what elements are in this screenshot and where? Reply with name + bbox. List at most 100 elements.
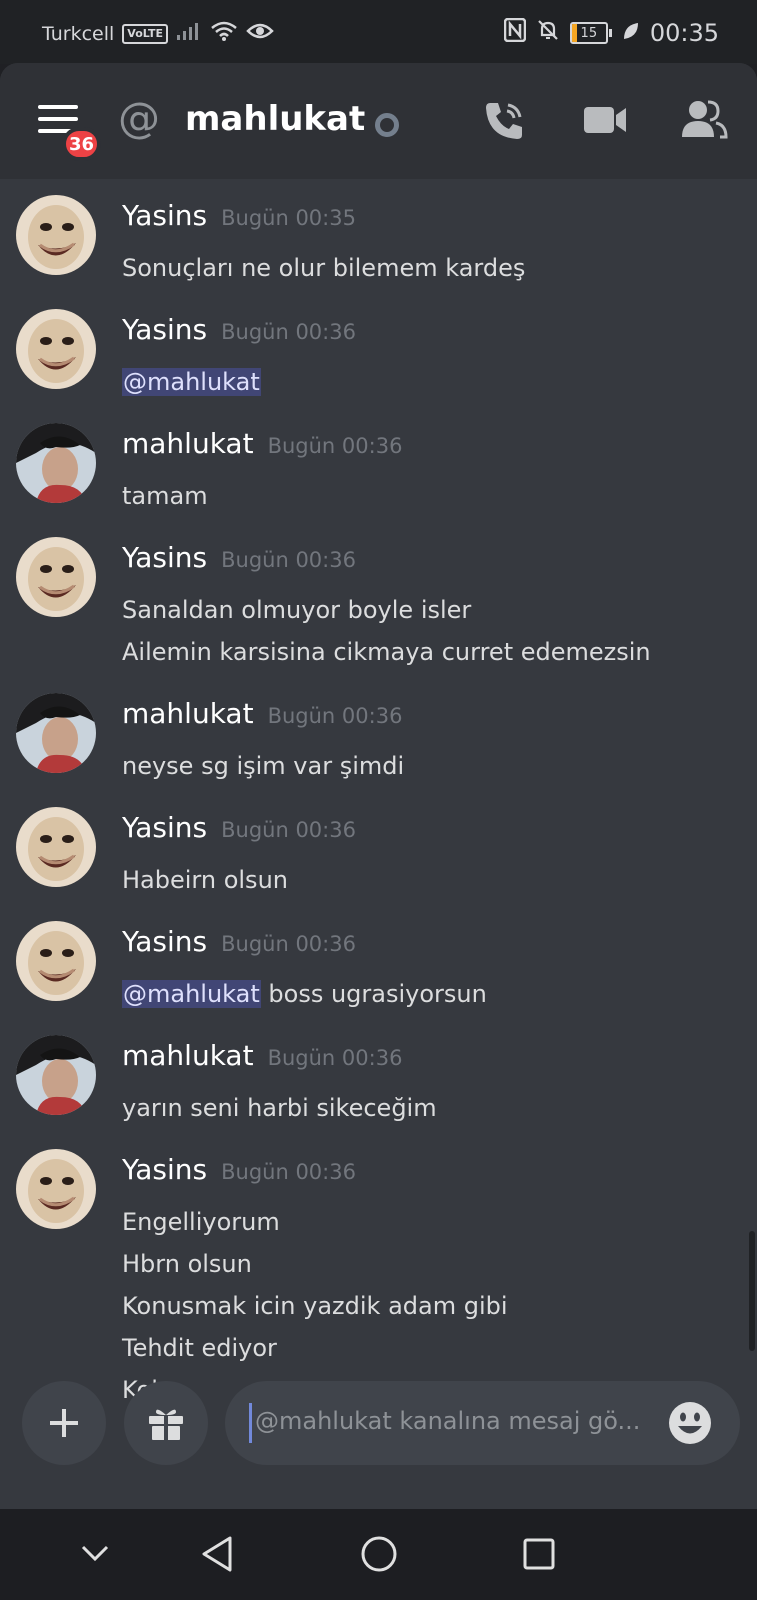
video-call-icon[interactable] [582, 103, 628, 141]
ostrich-avatar[interactable] [16, 1149, 96, 1229]
channel-title: mahlukat [185, 99, 366, 139]
recents-icon[interactable] [522, 1537, 556, 1575]
message-text: Hbrn olsun [122, 1243, 508, 1285]
message-text: tamam [122, 475, 208, 517]
message-text-segment: boss ugrasiyorsun [260, 980, 487, 1008]
message-author[interactable]: Yasins [122, 199, 207, 232]
message-author[interactable]: Yasins [122, 1153, 207, 1186]
channel-header: 36 @ mahlukat [0, 63, 757, 179]
dm-screen: 36 @ mahlukat Yasins Bugün 00:35 Sonuçları… [0, 63, 757, 1509]
ostrich-avatar[interactable] [16, 309, 96, 389]
message-header: mahlukat Bugün 00:36 [122, 427, 402, 460]
message-author[interactable]: Yasins [122, 541, 207, 574]
ostrich-avatar[interactable] [16, 921, 96, 1001]
message-item[interactable]: Yasins Bugün 00:36 @mahlukat boss ugrasiyo… [0, 921, 757, 1035]
message-timestamp: Bugün 00:36 [221, 818, 356, 842]
message-header: Yasins Bugün 00:36 [122, 811, 356, 844]
message-text-segment: Engelliyorum [122, 1208, 280, 1236]
message-author[interactable]: mahlukat [122, 697, 254, 730]
carrier-label: Turkcell [42, 22, 115, 45]
mute-icon [536, 18, 560, 48]
person-avatar[interactable] [16, 423, 96, 503]
message-text: @mahlukat [122, 361, 261, 403]
user-mention[interactable]: @mahlukat [122, 980, 261, 1008]
message-input[interactable]: @mahlukat kanalına mesaj gö... [225, 1381, 740, 1465]
person-avatar[interactable] [16, 1035, 96, 1115]
message-author[interactable]: Yasins [122, 313, 207, 346]
scrollbar[interactable] [749, 1231, 755, 1351]
navigation-bar [0, 1509, 757, 1600]
text-caret [249, 1403, 252, 1443]
message-timestamp: Bugün 00:36 [221, 320, 356, 344]
message-text-segment: Sonuçları ne olur bilemem kardeş [122, 254, 526, 282]
message-item[interactable]: Yasins Bugün 00:36 @mahlukat [0, 309, 757, 423]
message-text: Sonuçları ne olur bilemem kardeş [122, 247, 525, 289]
message-item[interactable]: mahlukat Bugün 00:36 neyse sg işim var şim… [0, 693, 757, 807]
gift-icon [149, 1409, 183, 1440]
message-author[interactable]: Yasins [122, 925, 207, 958]
status-left: Turkcell VoLTE [42, 20, 274, 47]
message-input-placeholder: @mahlukat kanalına mesaj gö... [255, 1407, 641, 1435]
message-text-segment: yarın seni harbi sikeceğim [122, 1094, 437, 1122]
message-item[interactable]: Yasins Bugün 00:35 Sonuçları ne olur bilem… [0, 195, 757, 309]
message-header: Yasins Bugün 00:36 [122, 1153, 356, 1186]
battery-level: 15 [580, 25, 598, 41]
signal-icon [176, 21, 202, 46]
status-dot [375, 113, 399, 137]
eye-icon [246, 21, 274, 46]
message-timestamp: Bugün 00:36 [221, 1160, 356, 1184]
message-text-segment: neyse sg işim var şimdi [122, 752, 405, 780]
message-timestamp: Bugün 00:36 [221, 548, 356, 572]
ostrich-avatar[interactable] [16, 807, 96, 887]
message-header: Yasins Bugün 00:36 [122, 541, 356, 574]
back-icon[interactable] [200, 1535, 234, 1577]
message-timestamp: Bugün 00:36 [221, 932, 356, 956]
message-text-segment: Habeirn olsun [122, 866, 288, 894]
message-text: Engelliyorum [122, 1201, 508, 1243]
message-item[interactable]: Yasins Bugün 00:36 Sanaldan olmuyor boyle … [0, 537, 757, 693]
gift-button[interactable] [124, 1381, 208, 1465]
message-author[interactable]: mahlukat [122, 427, 254, 460]
message-header: mahlukat Bugün 00:36 [122, 1039, 402, 1072]
message-text: Ailemin karsisina cikmaya curret edemezs… [122, 631, 651, 673]
user-mention[interactable]: @mahlukat [122, 368, 261, 396]
unread-badge: 36 [62, 127, 102, 161]
ostrich-avatar[interactable] [16, 195, 96, 275]
plus-button[interactable] [22, 1381, 106, 1465]
message-timestamp: Bugün 00:35 [221, 206, 356, 230]
message-text-segment: tamam [122, 482, 208, 510]
message-timestamp: Bugün 00:36 [267, 1046, 403, 1070]
message-header: Yasins Bugün 00:35 [122, 199, 356, 232]
message-header: mahlukat Bugün 00:36 [122, 697, 402, 730]
message-text: Konusmak icin yazdik adam gibi [122, 1285, 508, 1327]
emoji-icon[interactable] [668, 1401, 712, 1449]
plus-icon [50, 1409, 78, 1437]
message-author[interactable]: Yasins [122, 811, 207, 844]
message-text: @mahlukat boss ugrasiyorsun [122, 973, 487, 1015]
message-item[interactable]: mahlukat Bugün 00:36 tamam [0, 423, 757, 537]
nfc-icon [503, 17, 527, 48]
message-text: Habeirn olsun [122, 859, 288, 901]
message-item[interactable]: mahlukat Bugün 00:36 yarın seni harbi sike… [0, 1035, 757, 1149]
ostrich-avatar[interactable] [16, 537, 96, 617]
chevron-down-icon[interactable] [80, 1543, 110, 1567]
leaf-icon [622, 19, 640, 47]
message-text: yarın seni harbi sikeceğim [122, 1087, 437, 1129]
voice-call-icon[interactable] [482, 99, 526, 147]
message-header: Yasins Bugün 00:36 [122, 925, 356, 958]
home-icon[interactable] [360, 1535, 398, 1577]
message-author[interactable]: mahlukat [122, 1039, 254, 1072]
message-timestamp: Bugün 00:36 [267, 704, 403, 728]
members-icon[interactable] [680, 99, 728, 143]
message-text-segment: Konusmak icin yazdik adam gibi [122, 1292, 508, 1320]
clock: 00:35 [649, 19, 719, 47]
message-item[interactable]: Yasins Bugün 00:36 Habeirn olsun [0, 807, 757, 921]
message-list[interactable]: Yasins Bugün 00:35 Sonuçları ne olur bilem… [0, 195, 757, 1431]
battery-icon: 15 [569, 22, 612, 44]
at-icon: @ [118, 93, 160, 142]
message-text: Sanaldan olmuyor boyle isler [122, 589, 651, 631]
person-avatar[interactable] [16, 693, 96, 773]
message-text-segment: Tehdit ediyor [122, 1334, 277, 1362]
wifi-icon [210, 20, 238, 47]
status-bar: Turkcell VoLTE 15 00:35 [0, 0, 757, 64]
